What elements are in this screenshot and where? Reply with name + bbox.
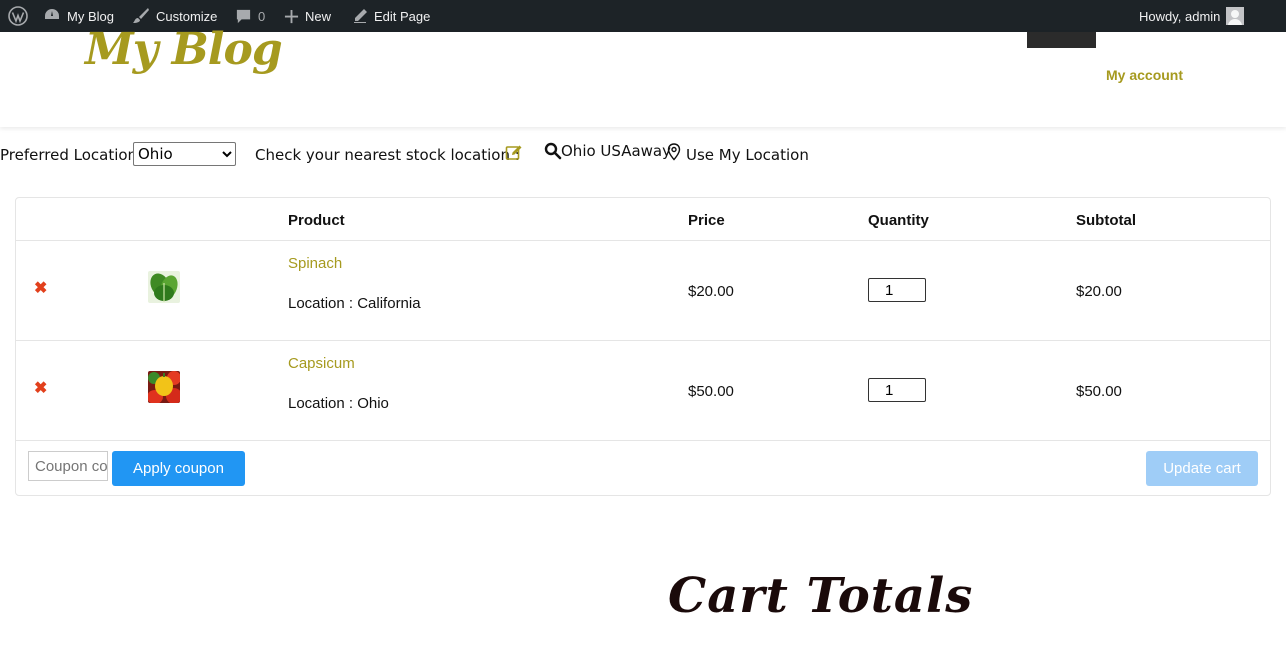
my-account-link[interactable]: My account <box>1106 67 1183 83</box>
product-subtotal: $20.00 <box>1076 283 1122 300</box>
cart-table: Product Price Quantity Subtotal ✖ Spinac… <box>15 197 1271 496</box>
column-header-product: Product <box>288 212 345 229</box>
coupon-code-input[interactable] <box>28 451 108 481</box>
column-header-quantity: Quantity <box>868 212 929 229</box>
product-thumbnail-spinach[interactable] <box>148 271 180 303</box>
table-row: ✖ Capsicum Location : Ohio $50.00 $50.00 <box>16 341 1270 441</box>
dashboard-icon <box>45 9 59 19</box>
product-subtotal: $50.00 <box>1076 383 1122 400</box>
product-price: $50.00 <box>688 383 734 400</box>
new-content-link[interactable]: New <box>284 0 331 32</box>
quantity-input[interactable] <box>868 378 926 402</box>
column-header-price: Price <box>688 212 725 229</box>
use-my-location-link[interactable]: Use My Location <box>686 146 809 164</box>
column-header-subtotal: Subtotal <box>1076 212 1136 229</box>
preferred-location-label: Preferred Location: <box>0 146 143 164</box>
brush-icon <box>133 8 149 23</box>
location-search-text: Ohio USAaway <box>561 142 671 160</box>
check-stock-label: Check your nearest stock location : <box>255 146 520 164</box>
nav-menu-item[interactable] <box>1027 32 1096 48</box>
table-header: Product Price Quantity Subtotal <box>16 198 1270 241</box>
remove-item-icon[interactable]: ✖ <box>34 281 47 297</box>
avatar <box>1226 7 1245 25</box>
wordpress-logo-icon[interactable] <box>8 0 28 32</box>
comment-icon <box>236 9 251 23</box>
table-row: ✖ Spinach Location : California $20.00 $… <box>16 241 1270 341</box>
remove-item-icon[interactable]: ✖ <box>34 381 47 397</box>
edit-page-link[interactable]: Edit Page <box>352 0 430 32</box>
product-location: Location : California <box>288 295 421 312</box>
cart-totals-heading: Cart Totals <box>668 568 974 624</box>
quantity-input[interactable] <box>868 278 926 302</box>
preferred-location-select[interactable]: Ohio <box>133 142 236 166</box>
product-location: Location : Ohio <box>288 395 389 412</box>
product-price: $20.00 <box>688 283 734 300</box>
search-icon[interactable] <box>544 142 562 160</box>
my-account-menu[interactable]: Howdy, admin <box>1139 0 1245 32</box>
location-pin-icon[interactable] <box>667 143 681 161</box>
edit-icon[interactable] <box>505 144 523 162</box>
update-cart-button[interactable]: Update cart <box>1146 451 1258 486</box>
site-header: My Blog My account <box>0 24 1286 127</box>
plus-icon <box>284 9 299 23</box>
product-name-link[interactable]: Capsicum <box>288 355 355 372</box>
site-title[interactable]: My Blog <box>85 24 283 75</box>
product-thumbnail-capsicum[interactable] <box>148 371 180 403</box>
pencil-icon <box>354 9 367 23</box>
cart-actions: Apply coupon Update cart <box>16 441 1270 495</box>
apply-coupon-button[interactable]: Apply coupon <box>112 451 245 486</box>
product-name-link[interactable]: Spinach <box>288 255 342 272</box>
